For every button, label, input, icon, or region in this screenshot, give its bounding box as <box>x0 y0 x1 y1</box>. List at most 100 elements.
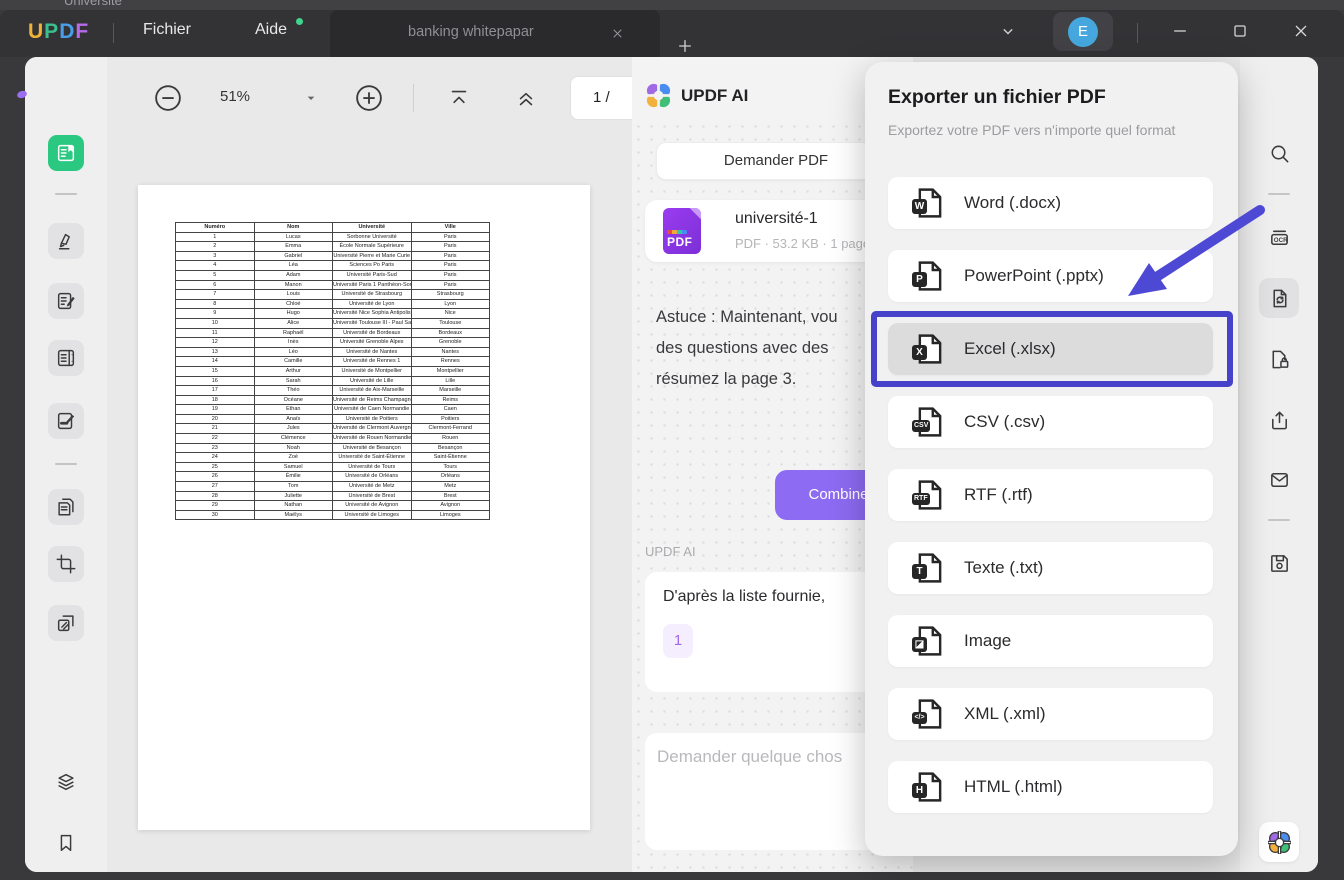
table-row: 24 Zoé Université de Saint-Étienne Saint… <box>176 453 490 463</box>
toolbar-divider <box>1268 193 1290 195</box>
table-row: 28 Juliette Université de Brest Brest <box>176 491 490 501</box>
toolbar-divider <box>55 193 77 195</box>
file-card[interactable]: PDF université-1 PDF · 53.2 KB · 1 page <box>645 200 901 262</box>
menu-fichier[interactable]: Fichier <box>143 21 191 39</box>
chevron-down-icon[interactable] <box>998 21 1018 41</box>
table-header-row: NuméroNomUniversitéVille <box>176 223 490 233</box>
maximize-button[interactable] <box>1230 21 1250 41</box>
table-row: 19 Ethan Université de Caen Normandie Ca… <box>176 405 490 415</box>
logo-letter: F <box>75 20 89 43</box>
tool-comment[interactable] <box>48 223 84 259</box>
ai-tip-text: Astuce : Maintenant, vou des questions a… <box>656 302 838 395</box>
titlebar-divider <box>1137 23 1138 43</box>
table-row: 26 Émilie Université de Orléans Orléans <box>176 472 490 482</box>
titlebar: UPDF Fichier Aide banking whitepapar E <box>0 10 1344 57</box>
pdf-page[interactable]: NuméroNomUniversitéVille 1 Lucas Sorbonn… <box>138 185 590 830</box>
tool-crop-pages[interactable] <box>48 546 84 582</box>
table-row: 5 Adam Université Paris-Sud Paris <box>176 270 490 280</box>
go-to-top-button[interactable] <box>446 85 472 111</box>
table-row: 6 Manon Université Paris 1 Panthéon-Sorb… <box>176 280 490 290</box>
format-file-icon: RTF <box>912 480 942 510</box>
table-row: 21 Jules Université de Clermont Auvergne… <box>176 424 490 434</box>
zoom-level[interactable]: 51% <box>220 88 250 105</box>
toolbar-divider <box>413 84 414 112</box>
tool-watermark[interactable] <box>48 605 84 641</box>
tool-organize-pages[interactable] <box>48 489 84 525</box>
toolbar-divider <box>55 463 77 465</box>
notification-dot <box>296 18 303 25</box>
menu-aide[interactable]: Aide <box>255 21 287 39</box>
pdf-viewer: 51% 1 / NuméroNomUniversitéVille <box>107 57 632 872</box>
table-row: 16 Sarah Université de Lille Lille <box>176 376 490 386</box>
tool-fill-sign[interactable] <box>48 403 84 439</box>
table-row: 1 Lucas Sorbonne Université Paris <box>176 232 490 242</box>
tool-bookmarks[interactable] <box>48 825 84 861</box>
annotation-arrow <box>1108 200 1278 315</box>
tab-close-icon[interactable] <box>610 26 625 41</box>
tool-thumbnails[interactable] <box>48 764 84 800</box>
page-reference-badge[interactable]: 1 <box>663 624 693 658</box>
logo-letter: D <box>59 20 75 43</box>
table-row: 17 Théo Université de Aix-Marseille Mars… <box>176 386 490 396</box>
excel-selection-highlight <box>871 311 1233 387</box>
format-file-icon: ◪ <box>912 626 942 656</box>
titlebar-divider <box>113 23 114 43</box>
table-row: 3 Gabriel Université Pierre et Marie Cur… <box>176 251 490 261</box>
export-format-item[interactable]: CSV CSV (.csv) <box>888 396 1213 448</box>
format-file-icon: P <box>912 261 942 291</box>
updf-ai-button[interactable] <box>1259 822 1299 862</box>
tool-edit-pdf[interactable] <box>48 283 84 319</box>
email-icon[interactable] <box>1259 459 1299 499</box>
file-name: université-1 <box>735 210 818 228</box>
table-row: 9 Hugo Université Nice Sophia Antipolis … <box>176 309 490 319</box>
table-row: 2 Emma École Normale Supérieure Paris <box>176 242 490 252</box>
updf-logo: UPDF <box>28 20 89 44</box>
table-row: 10 Alice Université Toulouse III - Paul … <box>176 318 490 328</box>
zoom-dropdown-caret[interactable] <box>303 90 319 106</box>
format-file-icon: H <box>912 772 942 802</box>
logo-letter: U <box>28 20 44 43</box>
export-format-item[interactable]: H HTML (.html) <box>888 761 1213 813</box>
table-row: 14 Camille Université de Rennes 1 Rennes <box>176 357 490 367</box>
export-format-item[interactable]: T Texte (.txt) <box>888 542 1213 594</box>
ai-section-label: UPDF AI <box>645 544 696 559</box>
left-toolbar <box>25 57 107 872</box>
minimize-button[interactable] <box>1170 21 1190 41</box>
table-row: 12 Inès Université Grenoble Alpes Grenob… <box>176 338 490 348</box>
pdf-file-icon: PDF <box>663 208 701 254</box>
save-icon[interactable] <box>1259 543 1299 583</box>
table-row: 18 Océane Université de Reims Champagne-… <box>176 395 490 405</box>
new-tab-icon[interactable] <box>675 36 695 56</box>
ai-panel-title: UPDF AI <box>681 86 748 106</box>
close-button[interactable] <box>1291 21 1311 41</box>
table-row: 20 Anaïs Université de Poitiers Poitiers <box>176 414 490 424</box>
toolbar-divider <box>1268 519 1290 521</box>
document-tab[interactable]: banking whitepapar <box>330 10 660 57</box>
table-row: 23 Noah Université de Besançon Besançon <box>176 443 490 453</box>
zoom-in-button[interactable] <box>354 83 384 113</box>
logo-letter: P <box>44 20 59 43</box>
background-window-edge: Universite <box>0 0 1344 10</box>
share-icon[interactable] <box>1259 400 1299 440</box>
export-format-item[interactable]: ◪ Image <box>888 615 1213 667</box>
search-icon[interactable] <box>1259 133 1299 173</box>
ai-answer-text: D'après la liste fournie, <box>663 588 825 606</box>
file-meta: PDF · 53.2 KB · 1 page <box>735 236 870 251</box>
table-row: 7 Louis Université de Strasbourg Strasbo… <box>176 290 490 300</box>
background-window-title: Universite <box>64 0 122 8</box>
right-toolbar: OCR <box>1240 57 1318 872</box>
zoom-out-button[interactable] <box>153 83 183 113</box>
table-row: 29 Nathan Université de Avignon Avignon <box>176 501 490 511</box>
protect-document-icon[interactable] <box>1259 339 1299 379</box>
export-format-item[interactable]: RTF RTF (.rtf) <box>888 469 1213 521</box>
format-file-icon: </> <box>912 699 942 729</box>
tool-reader[interactable] <box>48 135 84 171</box>
table-row: 4 Léa Sciences Po Paris Paris <box>176 261 490 271</box>
tool-forms[interactable] <box>48 340 84 376</box>
export-format-item[interactable]: </> XML (.xml) <box>888 688 1213 740</box>
avatar: E <box>1068 17 1098 47</box>
table-row: 8 Chloé Université de Lyon Lyon <box>176 299 490 309</box>
ask-pdf-tab[interactable]: Demander PDF <box>656 142 896 180</box>
previous-page-button[interactable] <box>513 85 539 111</box>
account-button[interactable]: E <box>1053 12 1113 51</box>
